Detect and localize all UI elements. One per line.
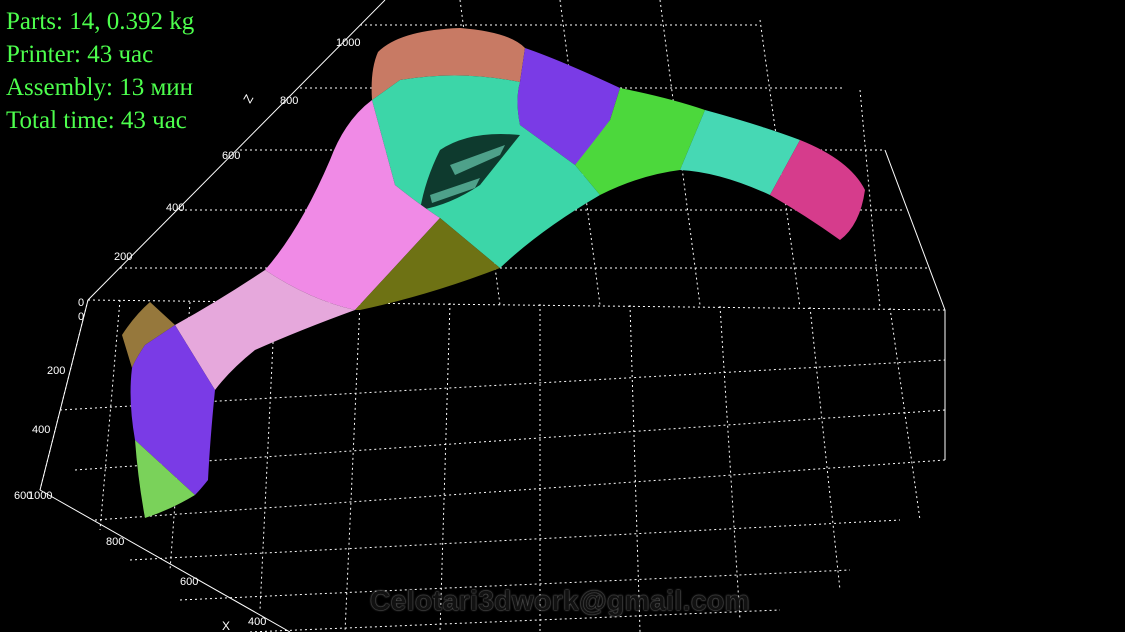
z-tick-label: 200 bbox=[114, 251, 132, 263]
y-tick-label: 0 bbox=[78, 311, 84, 323]
segmented-model[interactable] bbox=[122, 28, 865, 518]
z-tick-label: 400 bbox=[166, 202, 184, 214]
assembly-time-stat: Assembly: 13 мин bbox=[6, 74, 194, 101]
parts-stat: Parts: 14, 0.392 kg bbox=[6, 8, 195, 35]
z-tick-label: 0 bbox=[78, 297, 84, 309]
y-tick-label: 400 bbox=[32, 424, 50, 436]
x-tick-label: 1000 bbox=[28, 490, 52, 502]
x-tick-label: 600 bbox=[180, 576, 198, 588]
z-tick-label: 1000 bbox=[336, 37, 360, 49]
z-tick-label: 600 bbox=[222, 150, 240, 162]
y-tick-label: 200 bbox=[47, 365, 65, 377]
x-tick-label: 400 bbox=[248, 616, 266, 628]
watermark-email: Celotari3dwork@gmail.com bbox=[369, 585, 751, 616]
3d-viewport[interactable]: 1000 800 600 400 200 0 Z 0 200 400 600 1… bbox=[0, 0, 1125, 632]
printer-time-stat: Printer: 43 час bbox=[6, 41, 154, 68]
z-axis-label: Z bbox=[240, 92, 256, 105]
x-axis-label: X bbox=[222, 619, 230, 632]
y-axis: 0 200 400 600 bbox=[14, 311, 84, 502]
x-tick-label: 800 bbox=[106, 536, 124, 548]
z-tick-label: 800 bbox=[280, 95, 298, 107]
total-time-stat: Total time: 43 час bbox=[6, 107, 187, 134]
